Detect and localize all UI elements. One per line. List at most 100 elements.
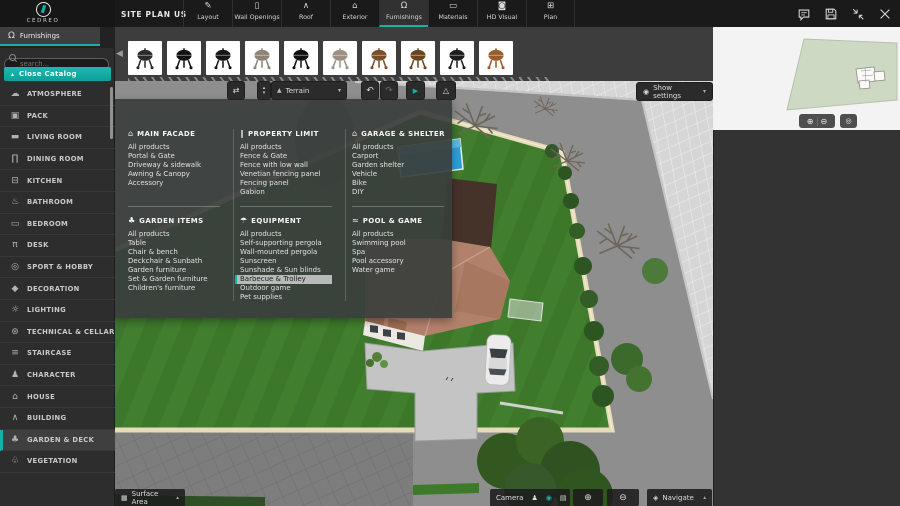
category-item[interactable]: ☁ ATMOSPHERE [0, 84, 115, 106]
close-catalog-button[interactable]: ▴ Close Catalog [4, 67, 111, 81]
zoom-in-button[interactable]: ⊕ [573, 489, 603, 506]
menu-item[interactable]: All products [352, 230, 454, 239]
level-stepper[interactable]: ▴ ▾ [258, 82, 270, 99]
terrain-dropdown[interactable]: ▲ Terrain ▾ [272, 82, 346, 99]
menu-item[interactable]: Sunshade & Sun blinds [240, 266, 342, 275]
tab-furnishings[interactable]: Ω Furnishings [0, 27, 100, 46]
menu-item[interactable]: DIY [352, 188, 454, 197]
floors-icon[interactable]: ▤ [560, 494, 567, 502]
category-item[interactable]: ▭ BEDROOM [0, 214, 115, 236]
category-item[interactable]: ∧ BUILDING [0, 408, 115, 430]
sidebar-scrollbar[interactable] [110, 87, 113, 139]
main-tab[interactable]: ⌂ Exterior [330, 0, 379, 27]
menu-section-header[interactable]: ⌂ GARAGE & SHELTER [352, 129, 454, 138]
product-thumbnail[interactable] [323, 41, 357, 75]
category-item[interactable]: ≡ STAIRCASE [0, 343, 115, 365]
menu-item[interactable]: Portal & Gate [128, 152, 230, 161]
menu-item[interactable]: Fence & Gate [240, 152, 342, 161]
menu-item[interactable]: Table [128, 239, 230, 248]
product-thumbnail[interactable] [284, 41, 318, 75]
product-thumbnail[interactable] [206, 41, 240, 75]
menu-item[interactable]: Gabion [240, 188, 342, 197]
main-tab[interactable]: ✎ Layout [183, 0, 232, 27]
menu-item[interactable]: Chair & bench [128, 248, 230, 257]
main-tab[interactable]: ▭ Materials [428, 0, 477, 27]
category-item[interactable]: ▣ PACK [0, 106, 115, 128]
save-button[interactable] [824, 6, 838, 20]
show-settings-dropdown[interactable]: ◉ Show settings ▾ [637, 83, 712, 100]
navigate-button[interactable]: ◈ Navigate ▴ [647, 489, 712, 506]
menu-item[interactable]: Deckchair & Sunbath [128, 257, 230, 266]
collapse-button[interactable] [851, 6, 865, 20]
pointer-tool-button[interactable]: ▶ [407, 82, 424, 99]
product-thumbnail[interactable] [245, 41, 279, 75]
category-item[interactable]: ⌂ HOUSE [0, 386, 115, 408]
menu-item[interactable]: All products [240, 143, 342, 152]
category-item[interactable]: ♟ CHARACTER [0, 365, 115, 387]
product-thumbnail[interactable] [128, 41, 162, 75]
main-tab[interactable]: ▯ Wall Openings [232, 0, 281, 27]
undo-button[interactable]: ↶ [362, 82, 378, 99]
menu-item[interactable]: Swimming pool [352, 239, 454, 248]
app-logo[interactable]: CEDREO [0, 0, 115, 27]
close-button[interactable] [878, 6, 892, 20]
strip-scrollbar[interactable] [128, 77, 552, 81]
menu-item[interactable]: Set & Garden furniture [128, 275, 230, 284]
menu-section-header[interactable]: ≈ POOL & GAME [352, 216, 454, 225]
category-item[interactable]: ⊟ KITCHEN [0, 170, 115, 192]
menu-item[interactable]: Spa [352, 248, 454, 257]
main-tab[interactable]: ∧ Roof [281, 0, 330, 27]
menu-item[interactable]: Fencing panel [240, 179, 342, 188]
menu-item[interactable]: Barbecue & Trolley [235, 275, 332, 284]
menu-item[interactable]: Carport [352, 152, 454, 161]
category-item[interactable]: ☼ LIGHTING [0, 300, 115, 322]
menu-item[interactable]: Children's furniture [128, 284, 230, 293]
menu-item[interactable]: All products [128, 143, 230, 152]
menu-item[interactable]: Fence with low wall [240, 161, 342, 170]
menu-item[interactable]: Water game [352, 266, 454, 275]
category-item[interactable]: ♨ BATHROOM [0, 192, 115, 214]
surface-area-button[interactable]: ▦ Surface Area ▴ [115, 489, 185, 506]
menu-item[interactable]: Outdoor game [240, 284, 342, 293]
redo-button[interactable]: ↷ [381, 82, 397, 99]
eye-icon[interactable]: ◉ [546, 494, 552, 502]
product-thumbnail[interactable] [167, 41, 201, 75]
walk-person-icon[interactable]: ♟ [531, 494, 537, 502]
menu-item[interactable]: Self-supporting pergola [240, 239, 342, 248]
category-item[interactable]: ∏ DINING ROOM [0, 149, 115, 171]
main-tab[interactable]: ◙ HD Visual [477, 0, 526, 27]
product-thumbnail[interactable] [401, 41, 435, 75]
category-item[interactable]: ⊛ TECHNICAL & CELLAR [0, 322, 115, 344]
reset-view-button[interactable]: ◎ [840, 114, 857, 128]
menu-item[interactable]: Garden shelter [352, 161, 454, 170]
menu-item[interactable]: Awning & Canopy [128, 170, 230, 179]
main-tab[interactable]: Ω Furnishings [379, 0, 428, 27]
elevation-tool-button[interactable]: △ [437, 82, 455, 99]
menu-section-header[interactable]: ∥ PROPERTY LIMIT [240, 129, 342, 138]
main-tab[interactable]: ⊞ Plan [526, 0, 575, 27]
menu-item[interactable]: All products [352, 143, 454, 152]
chevron-left-icon[interactable]: ◀ [116, 49, 123, 59]
category-item[interactable]: ◆ DECORATION [0, 278, 115, 300]
menu-item[interactable]: Bike [352, 179, 454, 188]
menu-item[interactable]: Pool accessory [352, 257, 454, 266]
product-thumbnail[interactable] [362, 41, 396, 75]
feedback-button[interactable] [797, 6, 811, 20]
menu-section-header[interactable]: ☂ EQUIPMENT [240, 216, 342, 225]
menu-item[interactable]: Garden furniture [128, 266, 230, 275]
category-item[interactable]: π DESK [0, 235, 115, 257]
menu-section-header[interactable]: ♣ GARDEN ITEMS [128, 216, 230, 225]
menu-item[interactable]: All products [240, 230, 342, 239]
menu-item[interactable]: Venetian fencing panel [240, 170, 342, 179]
menu-item[interactable]: All products [128, 230, 230, 239]
menu-item[interactable]: Accessory [128, 179, 230, 188]
menu-item[interactable]: Sunscreen [240, 257, 342, 266]
menu-section-header[interactable]: ⌂ MAIN FACADE [128, 129, 230, 138]
zoom-out-button[interactable]: ⊖ [607, 489, 639, 506]
product-thumbnail[interactable] [440, 41, 474, 75]
zoom-out-icon[interactable]: ⊖ [821, 117, 828, 126]
swap-view-button[interactable]: ⇄ [228, 82, 244, 99]
category-item[interactable]: ◎ SPORT & HOBBY [0, 257, 115, 279]
category-item[interactable]: ♣ GARDEN & DECK [0, 430, 115, 452]
zoom-in-icon[interactable]: ⊕ [807, 117, 814, 126]
